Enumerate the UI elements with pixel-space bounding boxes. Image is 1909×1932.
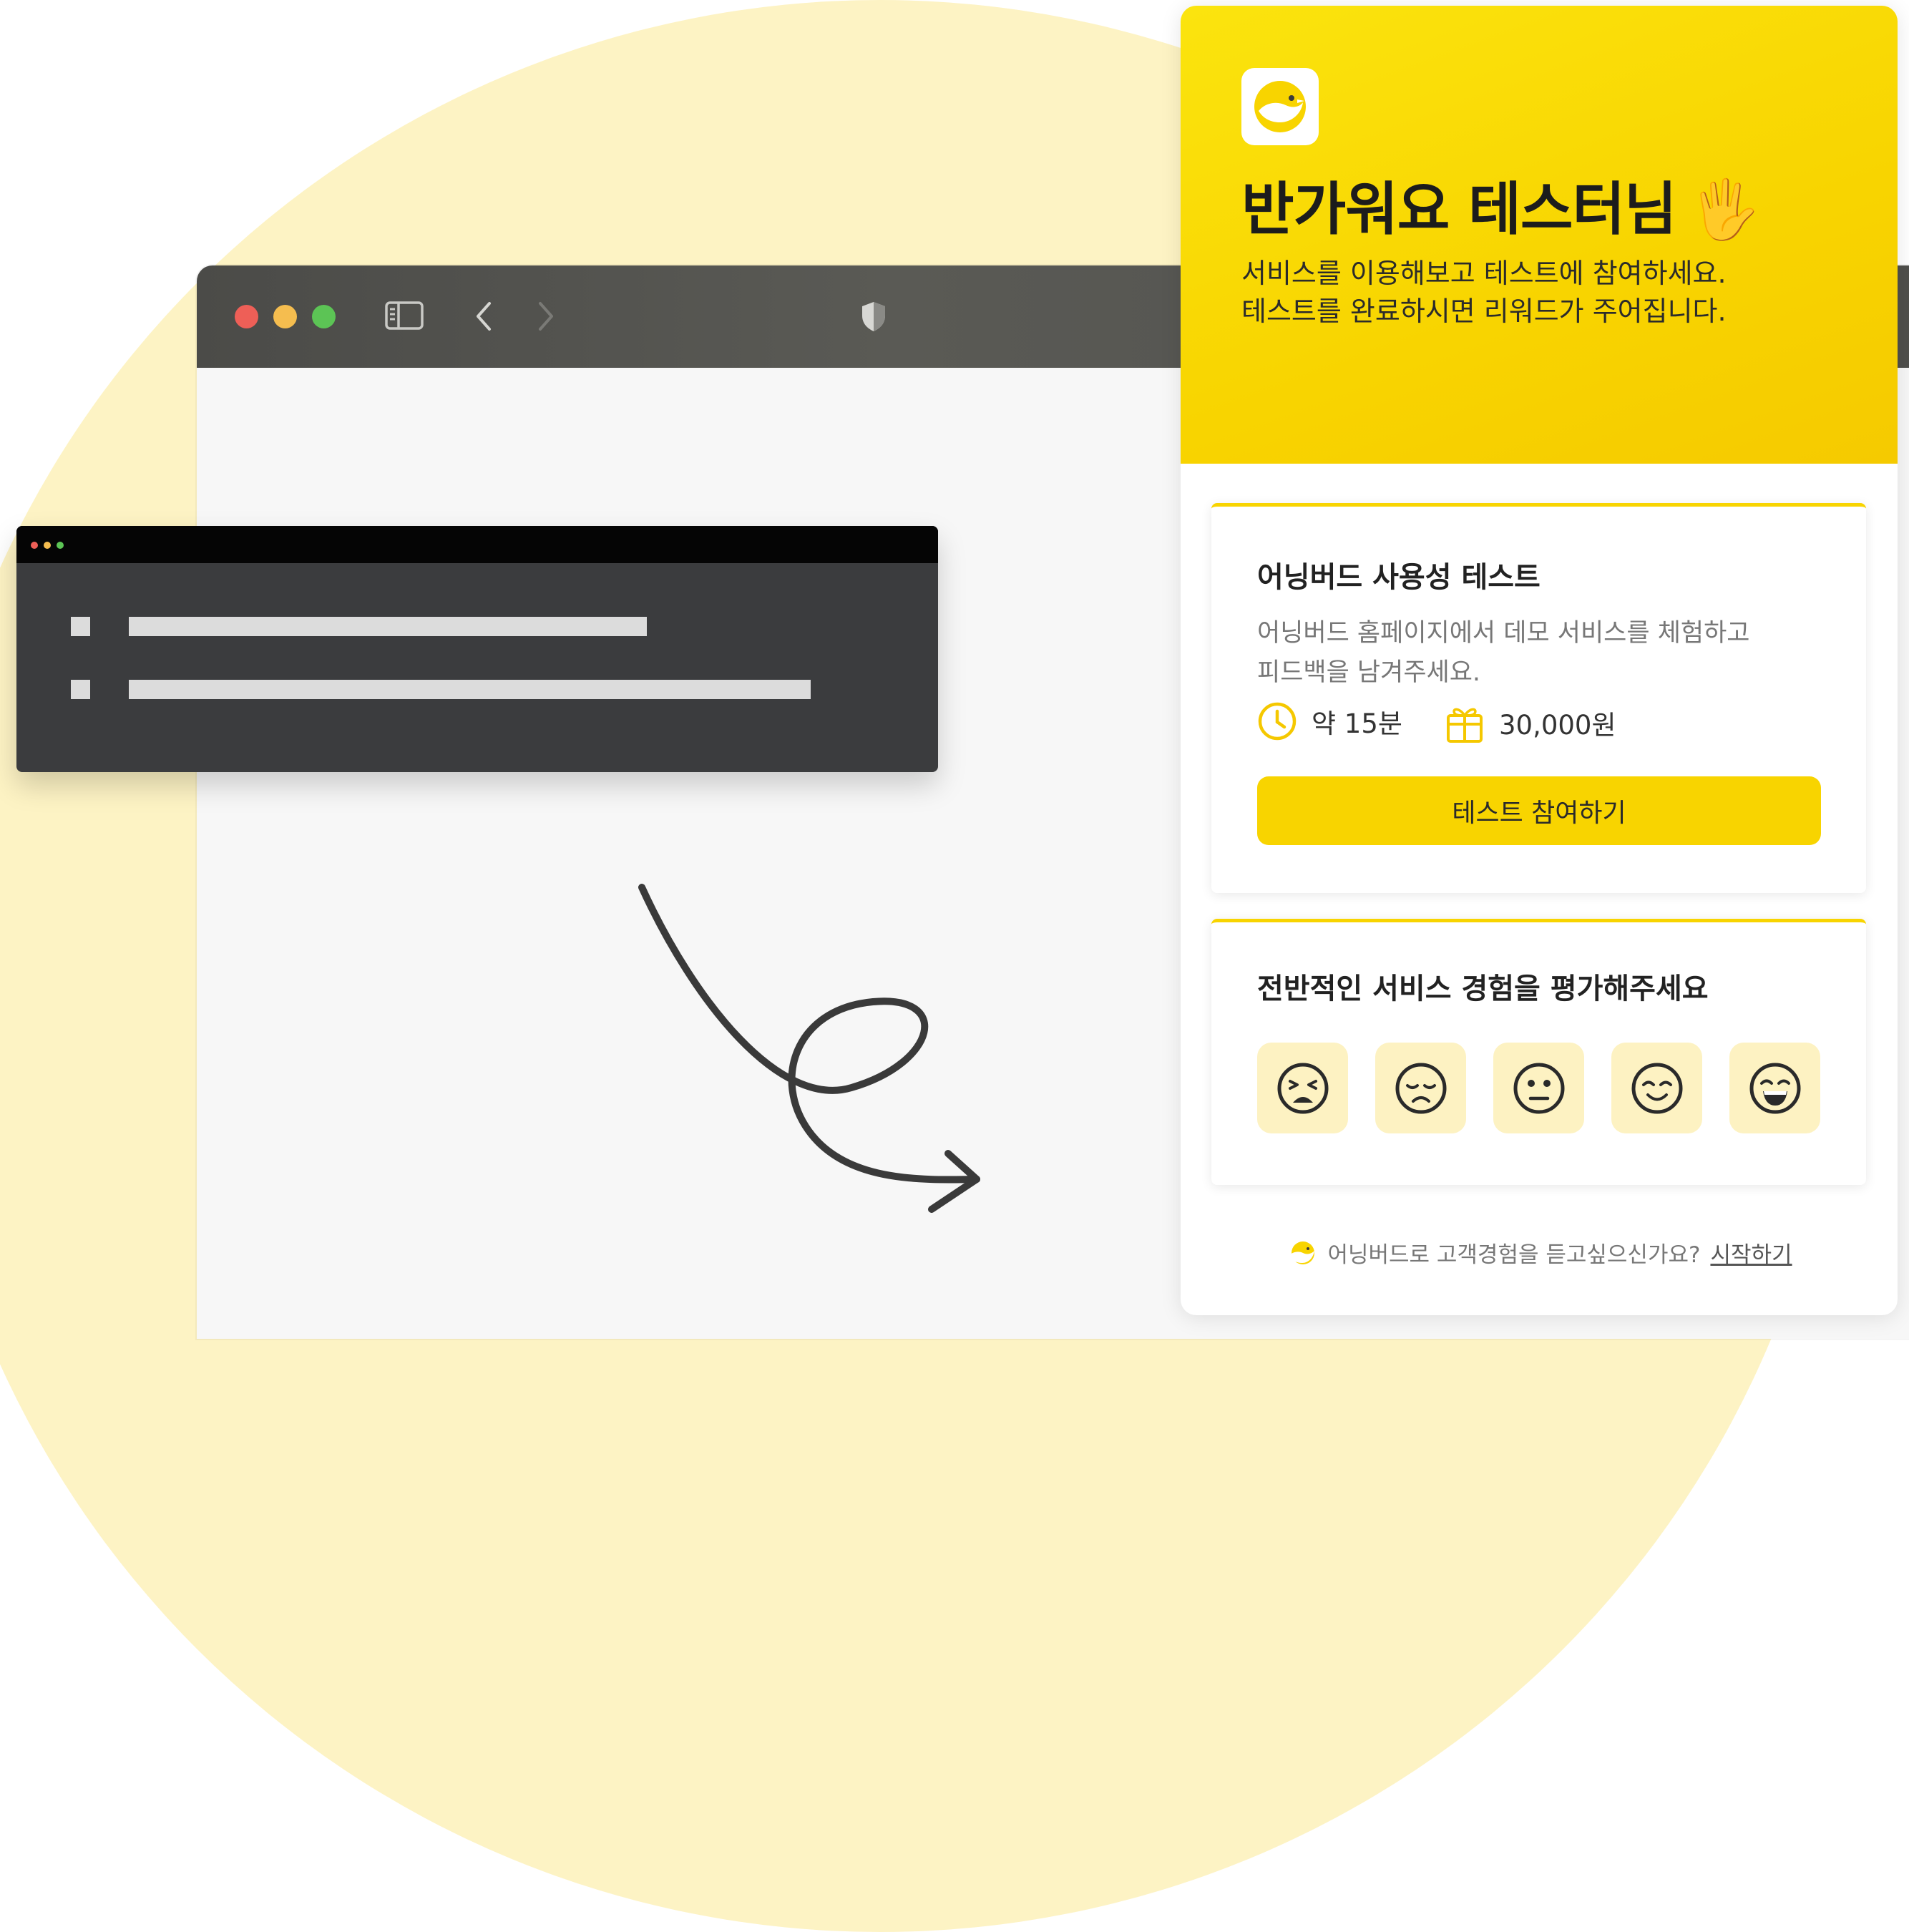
smile-face-icon: [1631, 1063, 1682, 1113]
widget-footer: 어닝버드로 고객경험을 듣고싶으신가요? 시작하기: [1181, 1236, 1898, 1269]
forward-icon[interactable]: [534, 300, 556, 333]
duration-info: 약 15분: [1257, 701, 1402, 741]
code-window-yellow-dot: [44, 542, 51, 549]
welcome-title: 반가워요 테스터님 🖐: [1241, 163, 1761, 246]
code-window-illustration: [16, 526, 938, 772]
rating-option-neutral[interactable]: [1493, 1043, 1584, 1133]
close-window-button[interactable]: [235, 305, 258, 328]
sad-face-icon: [1395, 1063, 1446, 1113]
waving-hand-icon: 🖐: [1689, 176, 1761, 243]
test-card-description: 어닝버드 홈페이지에서 데모 서비스를 체험하고 피드백을 남겨주세요.: [1257, 619, 1750, 687]
rating-option-angry[interactable]: [1257, 1043, 1348, 1133]
shield-icon: [862, 302, 885, 331]
clock-icon: [1258, 702, 1297, 741]
duration-text: 약 15분: [1312, 708, 1402, 739]
bird-logo-small-icon: [1289, 1241, 1315, 1264]
code-window-green-dot: [57, 542, 64, 549]
rating-options: [1257, 1043, 1820, 1133]
minimize-window-button[interactable]: [273, 305, 297, 328]
rating-card-title: 전반적인 서비스 경험을 평가해주세요: [1257, 972, 1709, 1005]
reward-text: 30,000원: [1499, 710, 1616, 741]
maximize-window-button[interactable]: [312, 305, 336, 328]
start-link[interactable]: 시작하기: [1710, 1236, 1792, 1269]
sidebar-toggle-icon[interactable]: [384, 300, 424, 331]
footer-text: 어닝버드로 고객경험을 듣고싶으신가요?: [1327, 1242, 1701, 1268]
bird-logo-icon: [1241, 68, 1319, 145]
placeholder-line: [129, 680, 811, 699]
test-card: 어닝버드 사용성 테스트 어닝버드 홈페이지에서 데모 서비스를 체험하고 피드…: [1211, 503, 1866, 893]
angry-face-icon: [1277, 1063, 1328, 1113]
code-window-titlebar: [16, 526, 938, 563]
rating-option-sad[interactable]: [1375, 1043, 1466, 1133]
placeholder-bullet: [71, 617, 90, 636]
back-icon[interactable]: [474, 300, 495, 333]
rating-option-smile[interactable]: [1611, 1043, 1702, 1133]
placeholder-bullet: [71, 680, 90, 699]
welcome-title-text: 반가워요 테스터님: [1241, 176, 1677, 243]
reward-info: 30,000원: [1445, 701, 1616, 744]
neutral-face-icon: [1513, 1063, 1564, 1113]
curly-arrow-illustration: [638, 884, 980, 1213]
gift-icon: [1447, 708, 1483, 743]
code-window-red-dot: [31, 542, 38, 549]
rating-card: 전반적인 서비스 경험을 평가해주세요: [1211, 919, 1866, 1185]
welcome-subtitle: 서비스를 이용해보고 테스트에 참여하세요. 테스트를 완료하시면 리워드가 주…: [1241, 258, 1727, 327]
test-card-title: 어닝버드 사용성 테스트: [1257, 561, 1541, 594]
rating-option-grin[interactable]: [1729, 1043, 1820, 1133]
survey-widget: 반가워요 테스터님 🖐 서비스를 이용해보고 테스트에 참여하세요. 테스트를 완…: [1181, 6, 1898, 1315]
widget-header: 반가워요 테스터님 🖐 서비스를 이용해보고 테스트에 참여하세요. 테스트를 완…: [1181, 6, 1898, 464]
grin-face-icon: [1749, 1063, 1800, 1113]
join-test-button[interactable]: 테스트 참여하기: [1257, 776, 1821, 845]
placeholder-line: [129, 617, 647, 636]
